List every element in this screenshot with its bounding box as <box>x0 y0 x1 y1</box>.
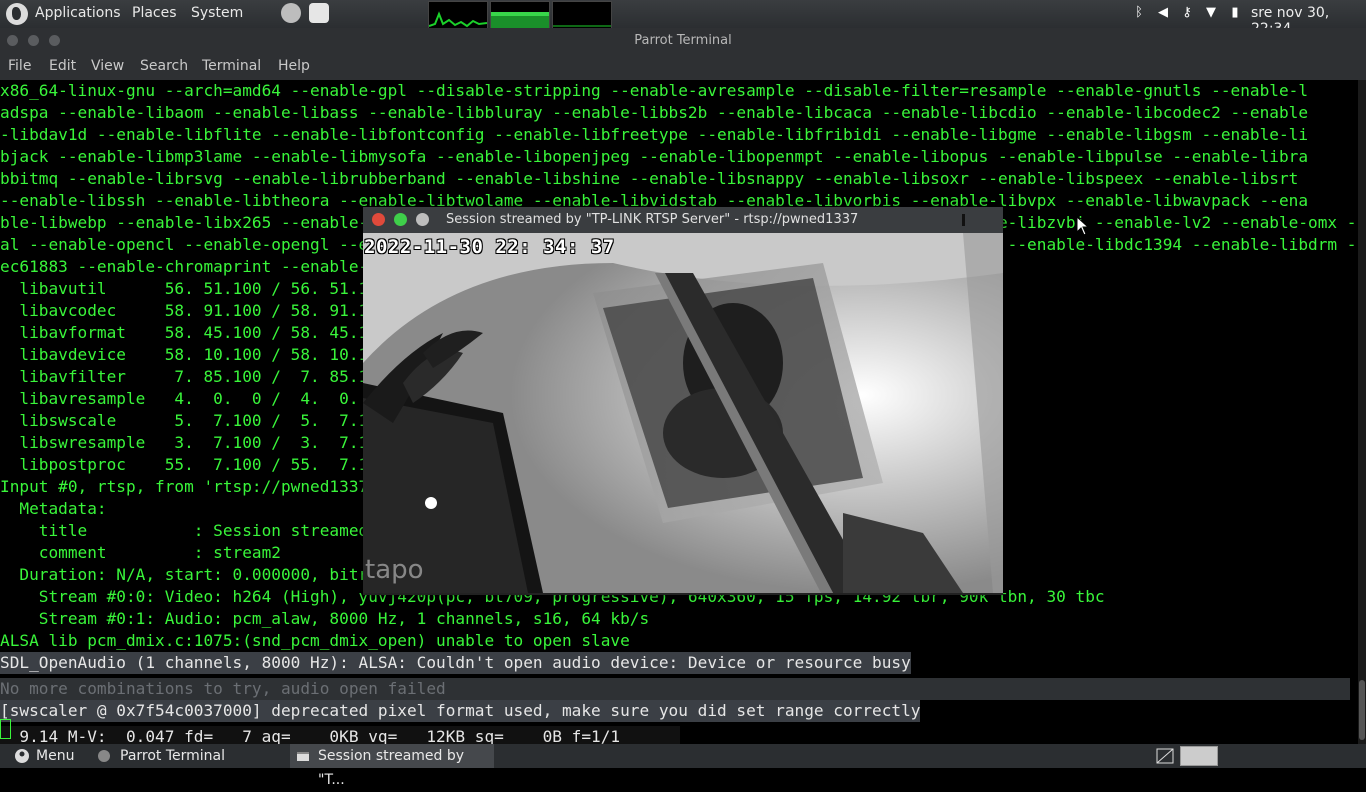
terminal-line: adspa --enable-libaom --enable-libass --… <box>0 103 1309 122</box>
battery-icon[interactable]: ▮ <box>1228 6 1242 20</box>
parrot-logo-icon[interactable] <box>6 3 28 25</box>
menu-search[interactable]: Search <box>140 58 188 74</box>
camera-scene-image <box>363 233 1003 593</box>
places-menu[interactable]: Places <box>132 5 177 21</box>
top-panel: Applications Places System ᛒ ◀ ⚷ ▼ ▮ sre… <box>0 0 1366 37</box>
system-menu[interactable]: System <box>191 5 243 21</box>
window-title: Parrot Terminal <box>634 33 732 48</box>
camera-timestamp: 2022-11-30 22: 34: 37 <box>364 236 615 258</box>
memory-monitor-graph[interactable] <box>490 1 550 29</box>
menu-icon <box>15 749 29 763</box>
tapo-watermark: tapo <box>365 555 424 585</box>
menu-edit[interactable]: Edit <box>49 58 76 74</box>
text-editor-launcher-icon[interactable] <box>309 3 329 23</box>
video-player-window[interactable]: Session streamed by "TP-LINK RTSP Server… <box>363 207 1003 595</box>
bottom-taskbar: Menu Parrot Terminal Session streamed by… <box>0 744 1366 788</box>
terminal-cursor <box>0 719 11 739</box>
key-icon[interactable]: ⚷ <box>1180 6 1194 20</box>
terminal-line: No more combinations to try, audio open … <box>0 678 1350 700</box>
video-maximize-button[interactable] <box>416 213 429 226</box>
scrollbar-thumb[interactable] <box>1359 680 1365 740</box>
applications-menu[interactable]: Applications <box>35 5 121 21</box>
volume-icon[interactable]: ◀ <box>1156 6 1170 20</box>
menu-file[interactable]: File <box>8 58 31 74</box>
taskbar-item-terminal[interactable]: Parrot Terminal <box>90 744 286 768</box>
cpu-monitor-graph[interactable] <box>428 1 488 29</box>
workspace-switcher[interactable] <box>1180 746 1218 766</box>
terminal-line: -libdav1d --enable-libflite --enable-lib… <box>0 125 1309 144</box>
terminal-menu-bar: File Edit View Search Terminal Help <box>0 54 1366 80</box>
terminal-line: ALSA lib pcm_dmix.c:1075:(snd_pcm_dmix_o… <box>0 631 630 650</box>
video-app-icon <box>297 752 309 761</box>
menu-help[interactable]: Help <box>278 58 310 74</box>
taskbar-item-label: Session streamed by "T... <box>318 748 465 788</box>
terminal-scrollbar[interactable] <box>1358 80 1366 744</box>
terminal-app-icon <box>98 750 110 762</box>
video-window-title: Session streamed by "TP-LINK RTSP Server… <box>446 212 859 227</box>
terminal-line: [swscaler @ 0x7f54c0037000] deprecated p… <box>0 700 921 722</box>
terminal-line: bjack --enable-libmp3lame --enable-libmy… <box>0 147 1309 166</box>
menu-view[interactable]: View <box>91 58 124 74</box>
terminal-line: Stream #0:1: Audio: pcm_alaw, 8000 Hz, 1… <box>0 609 650 628</box>
terminal-line: x86_64-linux-gnu --arch=amd64 --enable-g… <box>0 81 1309 100</box>
show-desktop-icon[interactable] <box>1156 747 1174 765</box>
network-monitor-graph[interactable] <box>552 1 612 29</box>
bluetooth-icon[interactable]: ᛒ <box>1132 6 1146 20</box>
terminal-line: SDL_OpenAudio (1 channels, 8000 Hz): ALS… <box>0 652 911 674</box>
video-close-button[interactable] <box>372 213 385 226</box>
taskbar-item-video[interactable]: Session streamed by "T... <box>290 744 494 788</box>
video-minimize-button[interactable] <box>394 213 407 226</box>
video-title-bar[interactable]: Session streamed by "TP-LINK RTSP Server… <box>363 207 1003 233</box>
terminal-line: bbitmq --enable-librsvg --enable-librubb… <box>0 169 1309 188</box>
terminal-launcher-icon[interactable] <box>281 3 301 23</box>
wifi-icon[interactable]: ▼ <box>1204 6 1218 20</box>
camera-video-frame[interactable]: 2022-11-30 22: 34: 37 tapo <box>363 233 1003 593</box>
resize-grip-icon <box>962 214 965 226</box>
terminal-status-line: 9.14 M-V: 0.047 fd= 7 aq= 0KB vq= 12KB s… <box>0 726 680 744</box>
menu-terminal[interactable]: Terminal <box>202 58 261 74</box>
taskbar-item-label: Parrot Terminal <box>120 748 226 764</box>
mouse-cursor-icon <box>1076 216 1090 236</box>
menu-button[interactable]: Menu <box>36 744 74 768</box>
terminal-title-bar[interactable]: Parrot Terminal <box>0 28 1366 54</box>
